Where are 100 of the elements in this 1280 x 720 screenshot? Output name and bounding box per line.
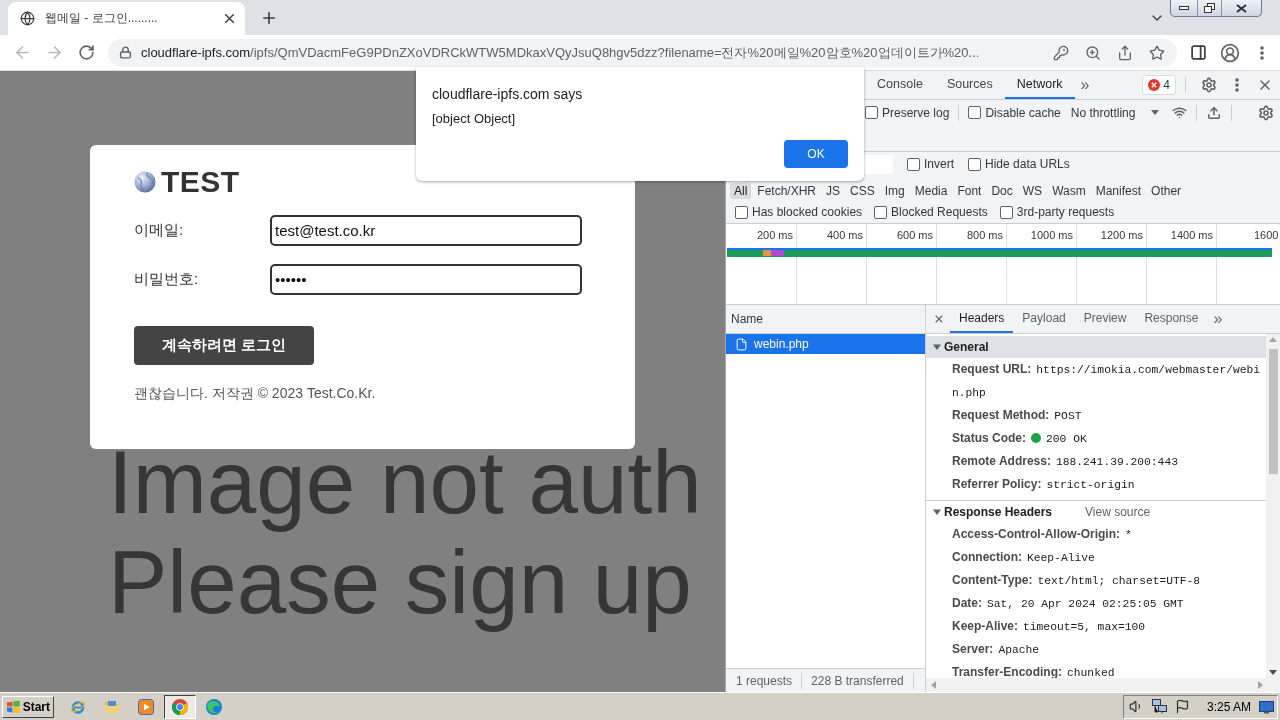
- browser-tab[interactable]: 웹메일 - 로그인.........: [8, 2, 245, 35]
- tick-label: 600 ms: [896, 229, 933, 241]
- scroll-left-icon: [931, 681, 936, 689]
- more-tabs-button[interactable]: »: [1074, 71, 1096, 99]
- type-filter[interactable]: Font: [953, 183, 986, 199]
- header-entry: Date: Sat, 20 Apr 2024 02:25:05 GMT: [952, 595, 1185, 612]
- error-count-badge[interactable]: 4: [1142, 75, 1176, 95]
- tick-label: 400 ms: [826, 229, 863, 241]
- dialog-message: [object Object]: [432, 111, 517, 127]
- menu-icon: [1260, 45, 1264, 60]
- checkbox[interactable]: [999, 205, 1013, 219]
- header-entry: Connection: Keep-Alive: [952, 549, 1096, 566]
- scrollbar-thumb[interactable]: [1268, 349, 1278, 474]
- triangle-icon[interactable]: [933, 343, 941, 351]
- taskbar-app-button[interactable]: [164, 694, 196, 719]
- dialog-title: cloudflare-ipfs.com says: [432, 85, 584, 103]
- notice-text: Please sign up: [108, 532, 693, 632]
- tick-label: 1200 ms: [1100, 229, 1143, 241]
- section-header[interactable]: Response Headers View source: [926, 501, 1266, 523]
- input-field[interactable]: test@test.co.kr: [270, 215, 582, 246]
- triangle-icon[interactable]: [933, 508, 941, 516]
- horizontal-scrollbar[interactable]: [926, 678, 1280, 692]
- type-filter[interactable]: JS: [822, 183, 845, 199]
- globe-icon: [134, 171, 156, 193]
- tick-label: 200 ms: [756, 229, 793, 241]
- detail-tab[interactable]: Preview: [1074, 305, 1136, 333]
- plus-icon: [260, 9, 278, 27]
- clock-text: 3:25 AM: [1206, 699, 1251, 714]
- settings-icon: [1258, 104, 1274, 121]
- side-panel-icon: [1189, 44, 1207, 61]
- checkbox[interactable]: [735, 205, 748, 219]
- checkbox[interactable]: [865, 106, 878, 119]
- throttling-dropdown[interactable]: No throttling: [1070, 102, 1160, 123]
- e-logo-icon: [70, 698, 86, 715]
- type-filter[interactable]: WS: [1018, 183, 1047, 199]
- ok-button[interactable]: OK: [784, 140, 848, 168]
- type-filter[interactable]: All: [730, 183, 752, 199]
- checkbox-label: Hide data URLs: [985, 157, 1070, 171]
- summary-text: 1 requests: [736, 673, 793, 688]
- type-filter[interactable]: Manifest: [1091, 183, 1146, 199]
- scroll-up-icon: [1269, 337, 1277, 342]
- monitor-icon[interactable]: [1259, 699, 1274, 714]
- field-label: 이메일:: [134, 221, 185, 240]
- close-tab-button[interactable]: [222, 11, 237, 26]
- tick-label: 1000 ms: [1030, 229, 1073, 241]
- logo-text: TEST: [161, 169, 240, 195]
- detail-tab[interactable]: Response: [1135, 305, 1208, 333]
- vertical-scrollbar[interactable]: [1266, 334, 1280, 678]
- type-filter[interactable]: Wasm: [1048, 183, 1090, 199]
- flag-icon[interactable]: [1174, 699, 1190, 714]
- checkbox[interactable]: [874, 205, 888, 219]
- checkbox[interactable]: [907, 157, 920, 171]
- type-filter[interactable]: CSS: [846, 183, 879, 199]
- header-entry: Keep-Alive: timeout=5, max=100: [952, 618, 1147, 635]
- field-label: 비밀번호:: [134, 270, 200, 289]
- request-row[interactable]: webin.php: [726, 334, 925, 354]
- start-button[interactable]: Start: [2, 695, 54, 718]
- type-filter[interactable]: Other: [1147, 183, 1186, 199]
- minimize-icon: [1179, 6, 1189, 10]
- header-entry: Transfer-Encoding: chunked: [952, 664, 1116, 678]
- tick-label: 1400 ms: [1170, 229, 1213, 241]
- header-entry: Request URL: https://imokia.com/webmaster/webin.php: [952, 361, 1262, 401]
- type-filter[interactable]: Media: [910, 183, 952, 199]
- checkbox[interactable]: [968, 157, 981, 171]
- lock-icon: [119, 46, 132, 59]
- section-header[interactable]: General: [926, 336, 1266, 358]
- type-filter[interactable]: Doc: [987, 183, 1017, 199]
- header-value: 200 OK: [1046, 433, 1087, 445]
- address-bar[interactable]: cloudflare-ipfs.com/ipfs/QmVDacmFeG9PDnZXoVDRCkWTW5MDkaxVQyJsuQ8hgv5dzz?filename=전자%20메일%20암호%20업데이트가%20...: [108, 38, 1177, 67]
- copyright-text: 괜찮습니다. 저작권 © 2023 Test.Co.Kr.: [134, 385, 377, 403]
- swirl-logo-icon: [206, 698, 222, 715]
- input-field[interactable]: ••••••: [270, 264, 582, 295]
- network-icon[interactable]: [1152, 699, 1167, 714]
- caret-icon: [1151, 110, 1160, 115]
- folder-icon: [104, 698, 120, 715]
- checkbox-label: Preserve log: [882, 105, 950, 120]
- login-button[interactable]: 계속하려면 로그인: [134, 326, 314, 365]
- column-header: Name: [726, 305, 925, 334]
- avatar-icon: [1220, 42, 1240, 63]
- checkbox[interactable]: [968, 106, 982, 119]
- type-filter[interactable]: Fetch/XHR: [753, 183, 821, 199]
- devtools-tab[interactable]: Sources: [934, 71, 1005, 99]
- checkbox-label: Disable cache: [985, 105, 1061, 120]
- globe-icon: [20, 11, 35, 26]
- view-source-link[interactable]: View source: [1085, 505, 1151, 519]
- star-icon: [1149, 44, 1165, 61]
- play-icon: [138, 698, 154, 715]
- tick-label: 800 ms: [966, 229, 1003, 241]
- checkbox-label: Has blocked cookies: [752, 205, 863, 219]
- detail-tab[interactable]: Headers: [950, 305, 1014, 333]
- checkbox-label: Invert: [924, 157, 954, 171]
- key-icon: [1053, 44, 1069, 61]
- scroll-right-icon: [1258, 681, 1263, 689]
- devtools-tab[interactable]: Console: [865, 71, 935, 99]
- header-entry: Request Method: POST: [952, 407, 1083, 424]
- checkbox-label: 3rd-party requests: [1016, 205, 1115, 219]
- type-filter[interactable]: Img: [880, 183, 909, 199]
- filter-field[interactable]: [863, 154, 893, 174]
- more-tabs-button[interactable]: »: [1207, 305, 1229, 333]
- detail-tab[interactable]: Payload: [1013, 305, 1075, 333]
